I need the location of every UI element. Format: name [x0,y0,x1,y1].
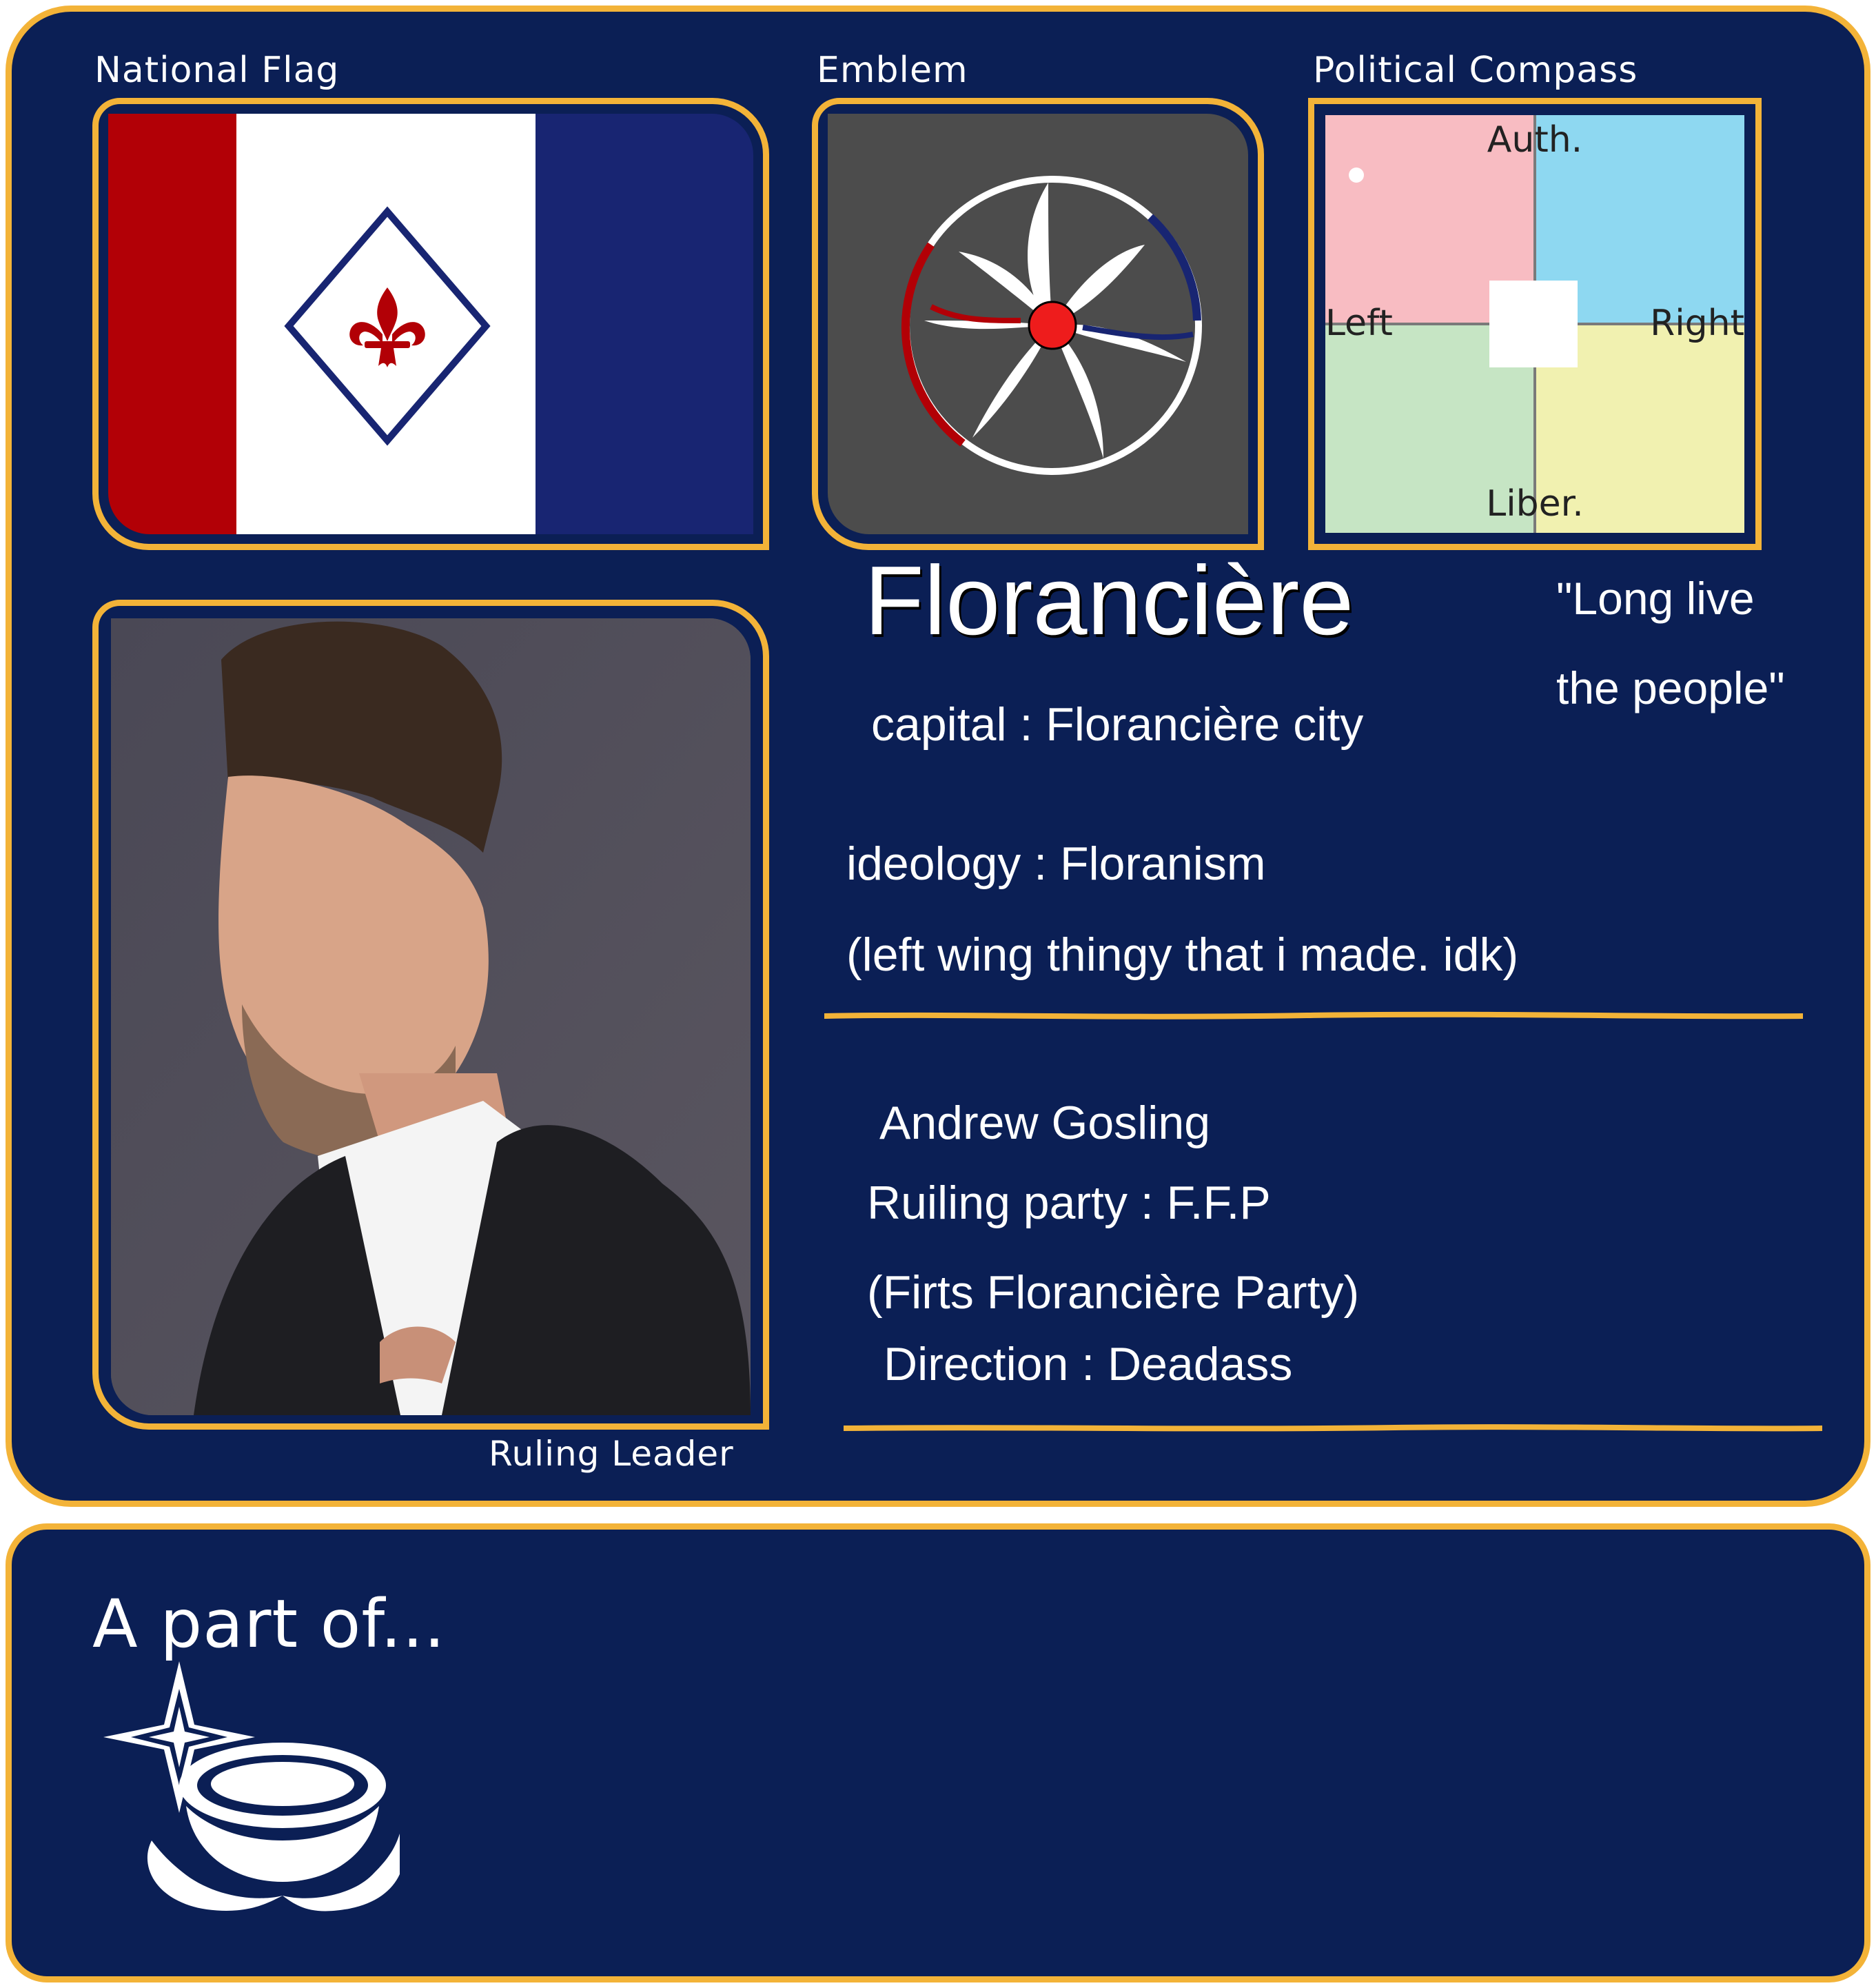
part-of-label: A part of... [92,1585,446,1663]
party-full-name: (Firts Florancière Party) [867,1266,1360,1319]
compass-frame: Auth. Liber. Left Right [1308,98,1762,550]
leader-portrait [111,618,751,1415]
flag-frame [92,98,769,550]
leader-label: Ruling Leader [489,1434,734,1474]
compass-center-box [1489,281,1578,367]
compass-label: Political Compass [1313,50,1638,91]
flag-graphic [108,114,753,534]
emblem-graphic [901,176,1202,475]
direction-text: Direction : Deadass [884,1338,1293,1390]
divider-1 [824,1011,1803,1020]
leader-photo [111,618,751,1415]
motto-line-2: the people" [1556,662,1785,713]
leader-frame [92,600,769,1430]
country-name: Florancière [864,546,1354,656]
compass-position-dot [1349,168,1364,183]
national-emblem [828,114,1248,534]
national-flag [108,114,753,534]
ideology-text: ideology : Floranism [846,838,1266,890]
political-compass: Auth. Liber. Left Right [1325,115,1744,533]
leader-name: Andrew Gosling [879,1097,1211,1149]
capital-text: capital : Florancière city [871,698,1364,751]
ruling-party: Ruiling party : F.F.P [867,1177,1271,1229]
compass-bottom-label: Liber. [1486,483,1584,525]
emblem-frame [812,98,1264,550]
motto-line-1: "Long live [1556,573,1755,624]
divider-2 [844,1424,1822,1432]
alliance-logo [103,1661,400,1911]
compass-right-label: Right [1650,303,1744,344]
emblem-label: Emblem [817,50,968,91]
flag-label: National Flag [94,50,340,91]
compass-top-label: Auth. [1487,119,1583,161]
ideology-note: (left wing thingy that i made. idk) [846,929,1519,981]
compass-left-label: Left [1325,303,1393,344]
